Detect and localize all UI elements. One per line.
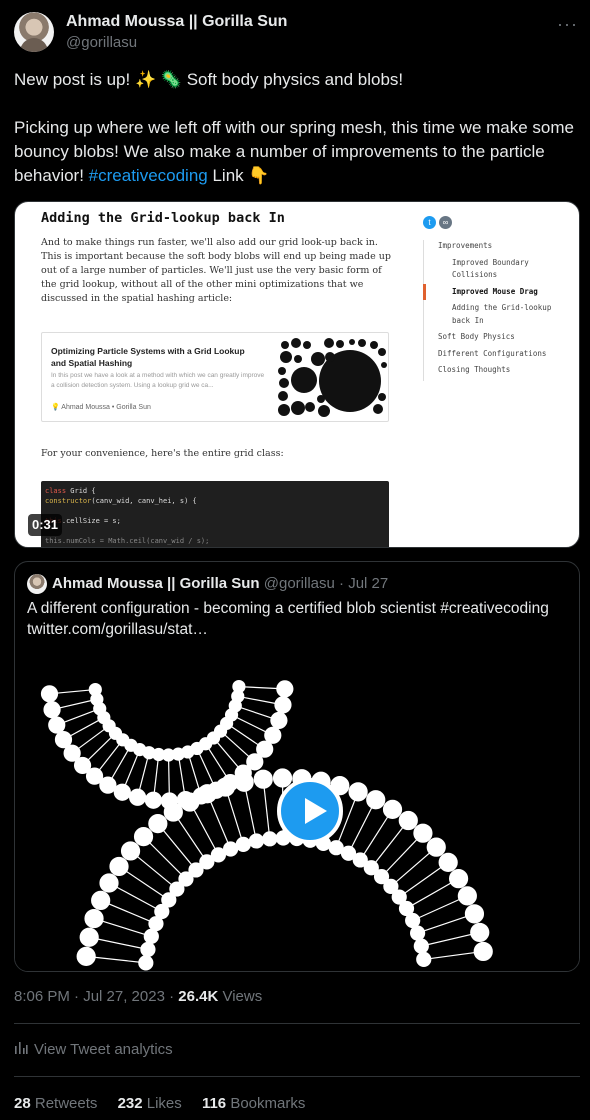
quoted-text-body: A different configuration - becoming a c…	[27, 600, 441, 617]
author-name[interactable]: Ahmad Moussa || Gorilla Sun	[66, 12, 287, 32]
retweets-label: Retweets	[30, 1095, 98, 1112]
tweet-text: New post is up! ✨ 🦠 Soft body physics an…	[14, 68, 574, 188]
tweet-analytics-link[interactable]: View Tweet analytics	[14, 1040, 173, 1060]
link-share-icon: ∞	[439, 216, 452, 229]
quoted-author-name: Ahmad Moussa || Gorilla Sun	[52, 575, 260, 592]
code-text: (canv_wid, canv_hei, s) {	[91, 497, 197, 505]
blob-thumbnail	[278, 338, 387, 417]
code-function: constructor	[45, 497, 92, 505]
retweets-stat[interactable]: 28 Retweets	[14, 1095, 97, 1112]
code-keyword: class	[45, 487, 67, 495]
divider	[14, 1023, 580, 1024]
views-count: 26.4K	[178, 988, 219, 1005]
article-heading: Adding the Grid-lookup back In	[41, 210, 285, 226]
toc-item: Improvements	[438, 241, 493, 250]
more-options-icon[interactable]: ···	[557, 14, 578, 35]
analytics-bars-icon	[15, 1042, 28, 1054]
quoted-link: twitter.com/gorillasu/stat…	[27, 621, 208, 638]
quoted-separator: ·	[334, 575, 349, 592]
retweets-count: 28	[14, 1095, 31, 1112]
engagement-stats: 28 Retweets 232 Likes 116 Bookmarks	[14, 1094, 321, 1114]
toc-item: Soft Body Physics	[438, 332, 515, 341]
code-text: Grid {	[66, 487, 96, 495]
quoted-tweet-header: Ahmad Moussa || Gorilla Sun @gorillasu ·…	[52, 574, 388, 594]
toc-item: Different Configurations	[438, 348, 547, 358]
toc-item: Closing Thoughts	[438, 365, 511, 374]
link-card-title: Optimizing Particle Systems with a Grid …	[51, 346, 245, 368]
tweet-text-line1: New post is up! ✨ 🦠 Soft body physics an…	[14, 70, 404, 89]
quoted-date: Jul 27	[348, 575, 389, 592]
likes-stat[interactable]: 232 Likes	[118, 1095, 182, 1112]
tweet-metadata: 8:06 PM · Jul 27, 2023 · 26.4K Views	[14, 987, 262, 1007]
tweet-text-body: Picking up where we left off with our sp…	[14, 116, 574, 188]
quoted-video[interactable]	[15, 653, 579, 971]
article-paragraph: And to make things run faster, we'll als…	[41, 237, 391, 304]
play-button[interactable]	[277, 778, 343, 844]
likes-count: 232	[117, 1095, 143, 1112]
bookmarks-count: 116	[201, 1095, 227, 1112]
code-block: class Grid { constructor(canv_wid, canv_…	[41, 481, 389, 547]
table-of-contents: Improvements Improved Boundary Collision…	[423, 240, 573, 381]
quoted-tweet[interactable]: Ahmad Moussa || Gorilla Sun @gorillasu ·…	[14, 561, 580, 972]
views-label: Views	[218, 988, 263, 1005]
quoted-tweet-text: A different configuration - becoming a c…	[27, 598, 571, 640]
twitter-share-icon: t	[423, 216, 436, 229]
author-avatar[interactable]	[14, 12, 54, 52]
code-text: .cellSize = s;	[61, 517, 121, 525]
video-duration-badge: 0:31	[28, 514, 63, 536]
author-handle[interactable]: @gorillasu	[66, 33, 137, 53]
toc-item-active: Improved Mouse Drag	[423, 283, 573, 299]
quoted-hashtag: #creativecoding	[440, 600, 549, 617]
analytics-label: View Tweet analytics	[34, 1041, 173, 1058]
toc-item: Adding the Grid-lookup back In	[452, 303, 552, 325]
tweet-timestamp[interactable]: 8:06 PM · Jul 27, 2023 ·	[14, 988, 178, 1005]
code-text: this.numCols = Math.ceil(canv_wid / s);	[45, 537, 210, 545]
link-card-description: In this post we have a look at a method …	[51, 372, 265, 389]
share-icons: t ∞	[423, 216, 455, 234]
tweet-body-tail: Link 👇	[207, 166, 270, 185]
hashtag-link[interactable]: #creativecoding	[89, 166, 208, 185]
toc-item: Improved Boundary Collisions	[452, 257, 529, 280]
quoted-author-avatar	[27, 574, 47, 594]
bookmarks-label: Bookmarks	[226, 1095, 306, 1112]
link-card-author: 💡 Ahmad Moussa • Gorilla Sun	[51, 404, 151, 411]
video-frame	[27, 653, 567, 971]
link-preview-card: Optimizing Particle Systems with a Grid …	[41, 332, 389, 422]
quoted-author-handle: @gorillasu	[263, 575, 335, 592]
bookmarks-stat[interactable]: 116 Bookmarks	[202, 1095, 305, 1112]
tweet-header: Ahmad Moussa || Gorilla Sun @gorillasu ·…	[14, 12, 580, 52]
divider	[14, 1076, 580, 1077]
video-media[interactable]: Adding the Grid-lookup back In And to ma…	[14, 201, 580, 548]
article-convenience-text: For your convenience, here's the entire …	[41, 448, 284, 459]
likes-label: Likes	[142, 1095, 182, 1112]
